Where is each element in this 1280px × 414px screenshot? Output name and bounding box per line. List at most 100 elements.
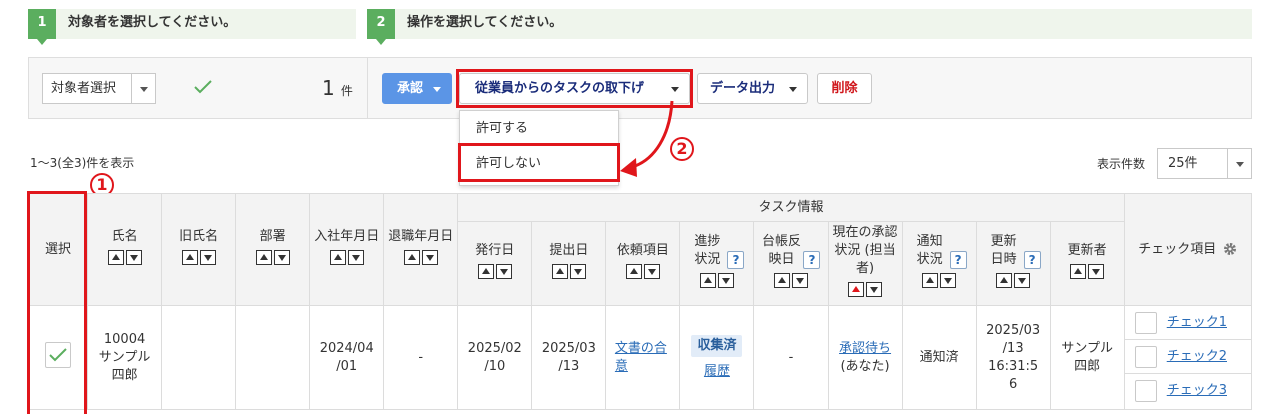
cell-check-items: チェック1 チェック2 チェック3 <box>1123 305 1253 410</box>
sort-down-icon[interactable] <box>125 250 142 265</box>
delete-button[interactable]: 削除 <box>817 73 872 104</box>
per-page-select[interactable]: 25件 <box>1157 148 1252 179</box>
selected-count-unit: 件 <box>340 84 353 98</box>
approve-button[interactable]: 承認 <box>382 73 452 104</box>
col-group-task-info: タスク情報 <box>457 193 1125 222</box>
export-button[interactable]: データ出力 <box>697 73 808 104</box>
sort-down-icon[interactable] <box>940 273 957 288</box>
sort-down-icon[interactable] <box>1088 264 1105 279</box>
sort-down-icon[interactable] <box>199 250 216 265</box>
sort-up-icon[interactable] <box>922 273 939 288</box>
check-item-link[interactable]: チェック2 <box>1167 348 1227 366</box>
sort-up-icon[interactable] <box>625 264 642 279</box>
check-item-link[interactable]: チェック3 <box>1167 382 1227 400</box>
cell-updater: サンプル 四郎 <box>1049 305 1125 410</box>
sort-down-icon[interactable] <box>717 273 734 288</box>
sort-up-icon[interactable] <box>181 250 198 265</box>
deny-highlight <box>458 143 620 182</box>
sort-buttons[interactable] <box>922 273 957 288</box>
chevron-down-icon[interactable] <box>1227 149 1251 178</box>
sort-buttons[interactable] <box>329 250 364 265</box>
step-2-text: 操作を選択してください。 <box>407 15 563 30</box>
help-icon[interactable]: ? <box>949 250 967 269</box>
sort-buttons[interactable] <box>403 250 438 265</box>
approval-link[interactable]: 承認待ち <box>839 341 891 356</box>
sort-down-icon[interactable] <box>643 264 660 279</box>
sort-buttons[interactable] <box>1070 264 1105 279</box>
sort-down-icon[interactable] <box>866 282 883 297</box>
sort-down-icon[interactable] <box>273 250 290 265</box>
status-badge: 収集済 <box>691 334 743 357</box>
help-icon[interactable]: ? <box>727 250 745 269</box>
sort-up-icon[interactable] <box>848 282 865 297</box>
check-item-checkbox[interactable] <box>1134 311 1157 334</box>
caret-down-icon <box>433 87 441 92</box>
cell-ledger-date: - <box>753 305 829 410</box>
sort-up-icon[interactable] <box>1070 264 1087 279</box>
col-check-items: チェック項目 <box>1123 193 1253 306</box>
approve-button-label: 承認 <box>397 81 424 96</box>
sort-up-icon[interactable] <box>699 273 716 288</box>
sort-up-icon[interactable] <box>773 273 790 288</box>
sort-buttons[interactable] <box>773 273 808 288</box>
toolbar-divider <box>367 57 368 119</box>
sort-up-icon[interactable] <box>477 264 494 279</box>
sort-up-icon[interactable] <box>996 273 1013 288</box>
sort-up-icon[interactable] <box>255 250 272 265</box>
col-updated-at: 更新日時? <box>975 221 1051 306</box>
check-item: チェック2 <box>1124 340 1251 374</box>
sort-down-icon[interactable] <box>1014 273 1031 288</box>
sort-down-icon[interactable] <box>569 264 586 279</box>
col-dept: 部署 <box>235 193 311 306</box>
select-column-highlight <box>27 191 87 414</box>
step-2-number: 2 <box>367 9 395 45</box>
step-2: 2 操作を選択してください。 <box>367 9 1252 45</box>
chevron-down-icon[interactable] <box>131 74 155 103</box>
sort-up-icon[interactable] <box>329 250 346 265</box>
sort-down-icon[interactable] <box>421 250 438 265</box>
cell-progress: 収集済 履歴 <box>679 305 755 410</box>
sort-buttons[interactable] <box>551 264 586 279</box>
per-page-label: 表示件数 <box>1097 157 1146 171</box>
step-1: 1 対象者を選択してください。 <box>28 9 356 45</box>
cell-name: 10004 サンプル 四郎 <box>87 305 163 410</box>
task-table: 選択 氏名 旧氏名 部署 入社年月日 退職年月日 タスク情報 チェック項目 発行… <box>27 193 1253 410</box>
gear-icon[interactable] <box>1223 242 1237 256</box>
menu-item-allow[interactable]: 許可する <box>460 113 618 145</box>
col-leave-date: 退職年月日 <box>383 193 459 306</box>
history-link[interactable]: 履歴 <box>704 363 730 381</box>
check-item-link[interactable]: チェック1 <box>1167 314 1227 332</box>
col-ledger-date: 台帳反映日? <box>753 221 829 306</box>
sort-up-icon[interactable] <box>107 250 124 265</box>
sort-up-icon[interactable] <box>551 264 568 279</box>
check-item: チェック1 <box>1124 306 1251 340</box>
sort-buttons[interactable] <box>255 250 290 265</box>
sort-down-icon[interactable] <box>495 264 512 279</box>
sort-buttons[interactable] <box>181 250 216 265</box>
sort-down-icon[interactable] <box>347 250 364 265</box>
col-approval-status: 現在の承認状況 (担当者) <box>827 221 903 306</box>
check-item-checkbox[interactable] <box>1134 380 1157 402</box>
request-item-link[interactable]: 文書の合意 <box>615 340 671 376</box>
sort-buttons[interactable] <box>625 264 660 279</box>
cell-updated-at: 2025/03 /13 16:31:5 6 <box>975 305 1051 410</box>
step-1-number: 1 <box>28 9 56 45</box>
check-icon <box>194 80 212 94</box>
sort-buttons[interactable] <box>848 282 883 297</box>
sort-up-icon[interactable] <box>403 250 420 265</box>
col-old-name: 旧氏名 <box>161 193 237 306</box>
result-summary: 1〜3(全3)件を表示 <box>30 156 135 170</box>
annotation-number-2: 2 <box>670 137 694 161</box>
per-page-value: 25件 <box>1168 156 1198 171</box>
sort-buttons[interactable] <box>107 250 142 265</box>
sort-buttons[interactable] <box>477 264 512 279</box>
check-item-checkbox[interactable] <box>1134 345 1157 368</box>
sort-down-icon[interactable] <box>791 273 808 288</box>
cell-approval-status: 承認待ち (あなた) <box>827 305 903 410</box>
sort-buttons[interactable] <box>996 273 1031 288</box>
target-select[interactable]: 対象者選択 <box>42 73 156 104</box>
col-updater: 更新者 <box>1049 221 1125 306</box>
help-icon[interactable]: ? <box>803 250 821 269</box>
help-icon[interactable]: ? <box>1023 250 1041 269</box>
sort-buttons[interactable] <box>699 273 734 288</box>
